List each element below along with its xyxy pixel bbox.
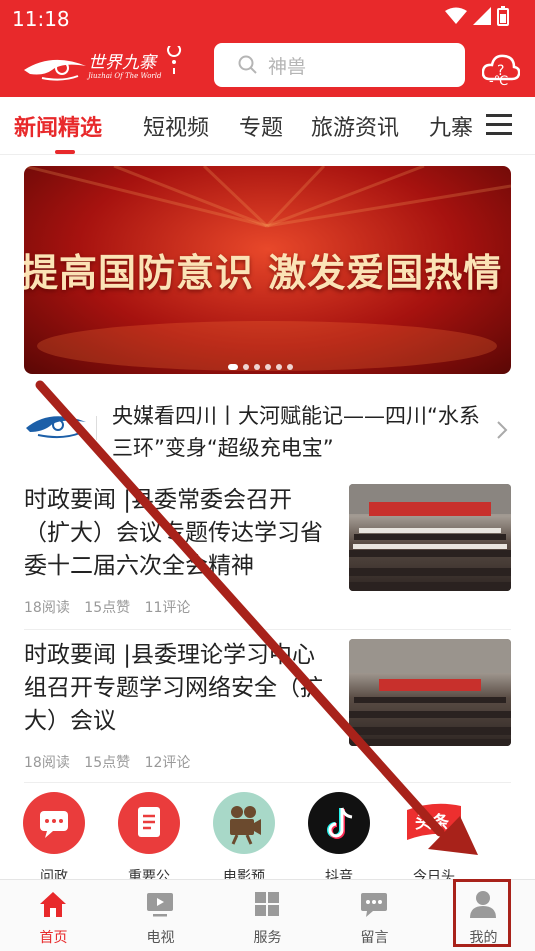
tab-travel-info[interactable]: 旅游资讯: [311, 110, 399, 142]
tab-topics[interactable]: 专题: [239, 110, 283, 142]
banner-headline: 提高国防意识 激发爱国热情: [24, 250, 503, 295]
banner-carousel[interactable]: 提高国防意识 激发爱国热情: [24, 166, 511, 374]
tiktok-icon[interactable]: [308, 792, 370, 854]
nav-messages[interactable]: 留言: [321, 880, 428, 951]
article-meta: 18阅读 15点赞 12评论: [24, 752, 200, 772]
nav-label: 留言: [360, 930, 389, 946]
status-time: 11:18: [12, 7, 70, 31]
meeting-photo: [349, 484, 511, 591]
carousel-dot[interactable]: [287, 364, 293, 370]
search-icon: [238, 55, 257, 74]
article-thumbnail: [349, 639, 511, 746]
nav-tv[interactable]: 电视: [107, 880, 214, 951]
carousel-dot[interactable]: [265, 364, 271, 370]
carousel-indicator: [228, 364, 293, 370]
brand-logo-icon: 世界九寨: [24, 46, 182, 81]
quick-access-row: 问政 重要公 电影预 抖音 头条 今日头: [0, 792, 535, 885]
tab-short-video[interactable]: 短视频: [143, 110, 209, 142]
category-tabs: 新闻精选 短视频 专题 旅游资讯 九寨: [0, 97, 535, 155]
logo-subtitle: Jiuzhai Of The World: [88, 72, 162, 80]
signal-icon: [473, 7, 491, 25]
search-input[interactable]: 神兽: [214, 43, 465, 87]
comment-count: 12评论: [144, 755, 191, 771]
comment-count: 11评论: [144, 600, 191, 616]
menu-icon[interactable]: [486, 114, 512, 136]
battery-icon: [497, 6, 509, 26]
app-screen: 11:18 世界九寨 Jiuzhai Of The World 神兽 ? -℃ …: [0, 0, 535, 951]
film-camera-icon[interactable]: [213, 792, 275, 854]
tv-icon: [147, 893, 173, 917]
read-count: 18阅读: [24, 755, 70, 771]
article-meta: 18阅读 15点赞 11评论: [24, 597, 200, 617]
nav-label: 电视: [146, 930, 175, 946]
logo-text: 世界九寨: [88, 53, 158, 73]
active-tab-indicator: [55, 150, 75, 154]
status-icons: [445, 6, 509, 26]
featured-headline-text: 央媒看四川丨大河赋能记——四川“水系三环”变身“超级充电宝”: [112, 404, 480, 460]
article-title: 时政要闻 |县委理论学习中心组召开专题学习网络安全（扩大）会议: [24, 642, 323, 734]
grid-icon: [255, 892, 279, 916]
featured-headline[interactable]: 央媒看四川丨大河赋能记——四川“水系三环”变身“超级充电宝”: [0, 390, 535, 466]
carousel-dot[interactable]: [276, 364, 282, 370]
home-icon: [40, 892, 66, 917]
article-item[interactable]: 时政要闻 |县委常委会召开（扩大）会议专题传达学习省委十二届六次全会精神 18阅…: [24, 484, 511, 617]
document-icon[interactable]: [118, 792, 180, 854]
carousel-dot[interactable]: [228, 364, 238, 370]
meeting-photo: [349, 639, 511, 746]
tab-jiuzhai[interactable]: 九寨: [429, 110, 479, 142]
tab-news-selection[interactable]: 新闻精选: [14, 110, 102, 142]
article-thumbnail: [349, 484, 511, 591]
chevron-right-icon: [497, 421, 508, 439]
article-item[interactable]: 时政要闻 |县委理论学习中心组召开专题学习网络安全（扩大）会议 18阅读 15点…: [24, 639, 511, 772]
like-count: 15点赞: [84, 755, 131, 771]
divider: [24, 629, 511, 630]
chat-bubble-icon[interactable]: [23, 792, 85, 854]
article-title: 时政要闻 |县委常委会召开（扩大）会议专题传达学习省委十二届六次全会精神: [24, 487, 323, 579]
read-count: 18阅读: [24, 600, 70, 616]
brand-logo-icon: [26, 416, 86, 439]
wifi-icon: [445, 7, 467, 24]
divider: [24, 782, 511, 783]
weather-temp: -℃: [489, 74, 509, 89]
nav-label: 服务: [253, 930, 282, 946]
toutiao-icon[interactable]: 头条: [403, 792, 465, 854]
header-bar: 11:18 世界九寨 Jiuzhai Of The World 神兽 ? -℃: [0, 0, 535, 97]
nav-services[interactable]: 服务: [214, 880, 321, 951]
annotation-highlight-box: [453, 879, 511, 947]
carousel-dot[interactable]: [243, 364, 249, 370]
nav-label: 首页: [39, 930, 68, 946]
message-icon: [361, 893, 387, 917]
svg-text:头条: 头条: [415, 812, 450, 833]
nav-home[interactable]: 首页: [0, 880, 107, 951]
like-count: 15点赞: [84, 600, 131, 616]
search-placeholder: 神兽: [268, 55, 307, 78]
carousel-dot[interactable]: [254, 364, 260, 370]
divider: [96, 416, 97, 440]
